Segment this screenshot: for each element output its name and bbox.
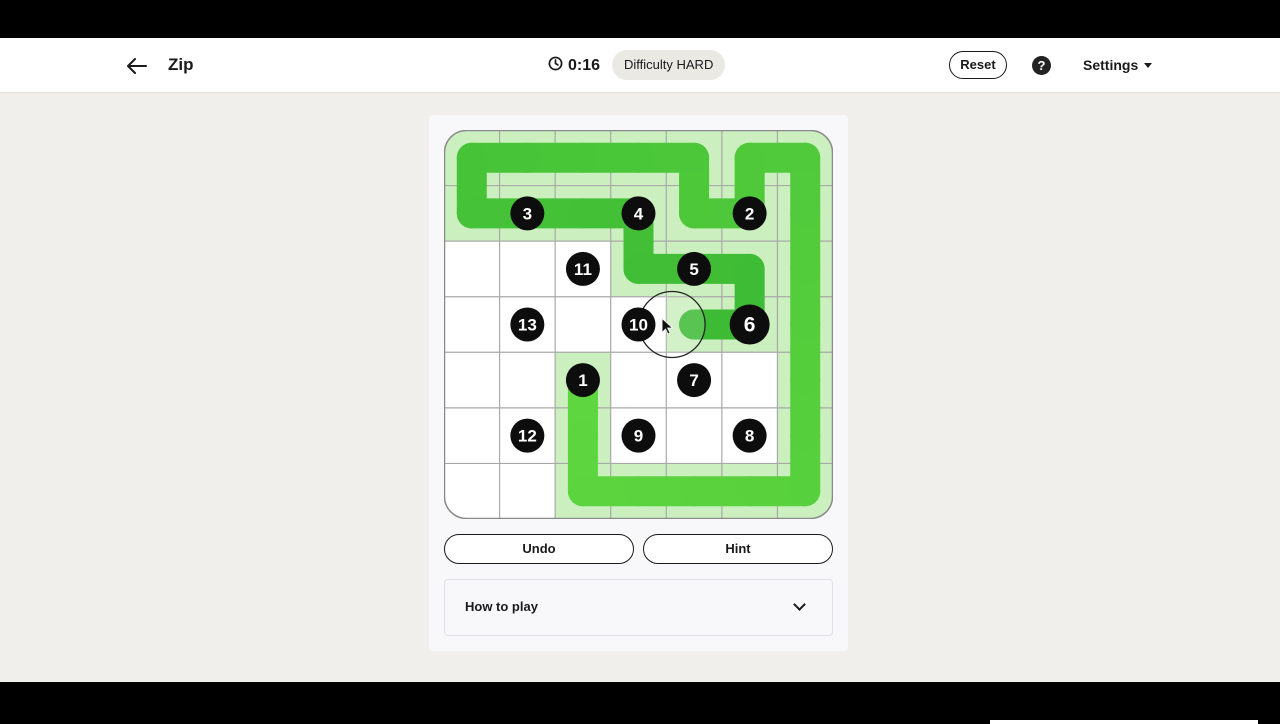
number-label: 10 (629, 316, 648, 335)
number-label: 5 (689, 260, 698, 279)
back-arrow-icon[interactable] (124, 53, 150, 79)
chevron-down-icon (793, 598, 806, 611)
undo-button[interactable]: Undo (444, 534, 634, 564)
help-icon[interactable]: ? (1032, 56, 1051, 75)
game-board[interactable]: 3 4 2 11 5 13 10 6 1 7 12 9 8 (444, 130, 833, 519)
number-label: 4 (634, 204, 644, 223)
app-window: Zip 0:16 Difficulty HARD Reset ? Setting… (0, 38, 1280, 724)
letterbox-top (0, 0, 1280, 38)
settings-menu[interactable]: Settings (1083, 57, 1153, 73)
difficulty-badge: Difficulty HARD (612, 50, 726, 80)
number-label: 2 (745, 204, 754, 223)
header: Zip 0:16 Difficulty HARD Reset ? Setting… (0, 38, 1280, 93)
number-label: 8 (745, 427, 754, 446)
timer: 0:16 (548, 56, 600, 76)
letterbox-bottom (0, 682, 1280, 720)
number-label: 3 (523, 204, 532, 223)
settings-label: Settings (1083, 57, 1139, 73)
number-label: 13 (518, 316, 537, 335)
game-card: 3 4 2 11 5 13 10 6 1 7 12 9 8 Undo Hint How to play (429, 115, 848, 651)
timer-value: 0:16 (568, 57, 601, 74)
number-label: 12 (518, 427, 537, 446)
number-label: 9 (634, 427, 643, 446)
number-label: 11 (574, 260, 592, 279)
how-to-play-accordion[interactable]: How to play (444, 579, 833, 636)
button-row: Undo Hint (444, 534, 833, 564)
caret-down-icon (1144, 62, 1153, 68)
hint-button[interactable]: Hint (643, 534, 833, 564)
page-title: Zip (168, 55, 194, 74)
number-label: 7 (689, 371, 698, 390)
reset-button[interactable]: Reset (949, 51, 1007, 79)
how-to-play-label: How to play (465, 599, 538, 614)
number-label: 6 (744, 314, 756, 337)
number-label: 1 (578, 371, 587, 390)
clock-icon (548, 56, 563, 76)
